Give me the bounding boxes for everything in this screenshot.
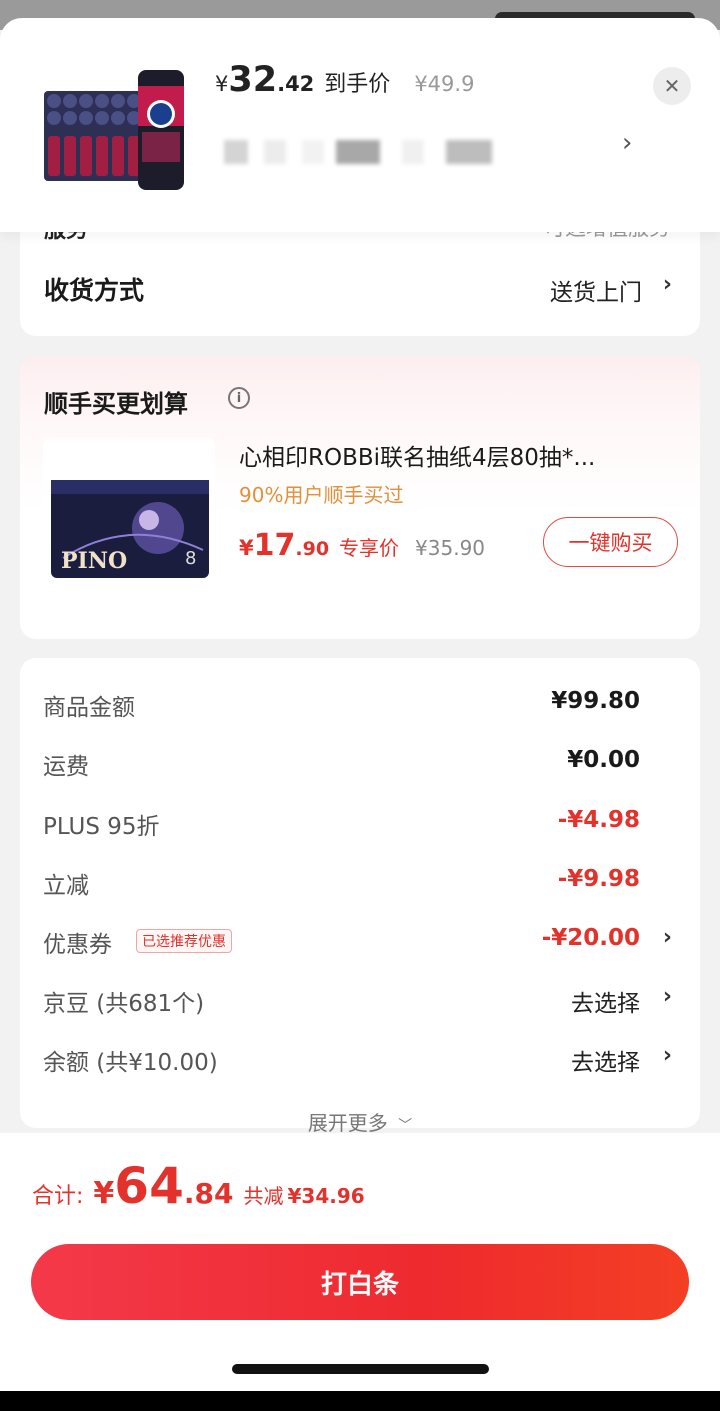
saved-amount: ¥34.96 (287, 1184, 365, 1208)
pay-with-baitiao-button[interactable]: 打白条 (31, 1244, 689, 1320)
price-integer: 32 (228, 60, 278, 100)
home-indicator[interactable] (232, 1364, 489, 1374)
expand-more-label: 展开更多 (307, 1111, 388, 1135)
delivery-method-value[interactable]: 送货上门 (550, 273, 642, 307)
total-symbol: ¥ (93, 1176, 115, 1211)
chevron-right-icon[interactable]: › (622, 128, 632, 158)
checkout-bar: 合计: ¥ 64 .84 共减 ¥34.96 打白条 (0, 1133, 720, 1391)
product-thumbnail (38, 56, 192, 210)
addon-product-image[interactable]: PINO 8 (43, 438, 215, 608)
original-price: ¥35.90 (415, 536, 486, 560)
addon-social-proof: 90%用户顺手买过 (239, 483, 404, 507)
row-value: ¥0.00 (567, 747, 640, 773)
info-icon[interactable]: i (228, 387, 250, 409)
row-value: -¥20.00 (541, 925, 640, 951)
chevron-right-icon[interactable]: › (663, 925, 672, 950)
product-header: ¥ 32 .42 到手价 ¥49.9 ✕ › (0, 18, 720, 232)
row-label: 运费 (43, 754, 89, 780)
row-label: 京豆 (共681个) (43, 991, 205, 1017)
recommended-coupon-badge: 已选推荐优惠 (136, 929, 232, 953)
chevron-right-icon[interactable]: › (663, 272, 672, 297)
summary-row-jd-beans[interactable]: 京豆 (共681个) 去选择 › (20, 980, 700, 1020)
summary-row-goods-amount: 商品金额 ¥99.80 (20, 684, 700, 724)
original-price: ¥49.9 (414, 72, 475, 96)
summary-row-balance[interactable]: 余额 (共¥10.00) 去选择 › (20, 1039, 700, 1079)
total-amount: 合计: ¥ 64 .84 共减 ¥34.96 (32, 1157, 365, 1215)
saved-label: 共减 (243, 1184, 284, 1208)
row-value[interactable]: 去选择 (571, 1043, 640, 1077)
addon-card: 顺手买更划算 i PINO 8 心相印ROBBi联名抽纸4层80抽*... 90… (20, 356, 700, 639)
row-label: 余额 (共¥10.00) (43, 1050, 218, 1076)
price-symbol: ¥ (239, 536, 254, 560)
price-decimal: .90 (295, 538, 330, 560)
row-value: -¥4.98 (557, 807, 640, 833)
row-label: 优惠券 (43, 932, 112, 958)
price-symbol: ¥ (215, 72, 229, 96)
addon-price: ¥ 17 .90 专享价 ¥35.90 (239, 528, 485, 563)
price-summary-card: 商品金额 ¥99.80 运费 ¥0.00 PLUS 95折 -¥4.98 立减 … (20, 658, 700, 1135)
svg-text:8: 8 (185, 548, 196, 569)
total-label: 合计: (32, 1184, 84, 1209)
summary-row-coupon[interactable]: 优惠券 已选推荐优惠 -¥20.00 › (20, 921, 700, 961)
chevron-down-icon: ﹀ (398, 1118, 413, 1134)
row-value[interactable]: 去选择 (571, 984, 640, 1018)
total-integer: 64 (114, 1157, 184, 1215)
spec-selector-blurred[interactable] (220, 140, 495, 166)
row-value: ¥99.80 (551, 688, 640, 714)
row-label: PLUS 95折 (43, 814, 160, 840)
screen-bottom-edge (0, 1391, 720, 1411)
delivery-method-label: 收货方式 (44, 276, 145, 305)
price-integer: 17 (253, 528, 296, 563)
row-value: -¥9.98 (557, 866, 640, 892)
summary-row-plus-discount: PLUS 95折 -¥4.98 (20, 803, 700, 843)
row-label: 商品金额 (43, 695, 135, 721)
chevron-right-icon[interactable]: › (663, 1043, 672, 1068)
summary-row-shipping-fee: 运费 ¥0.00 (20, 743, 700, 783)
row-label: 立减 (43, 873, 89, 899)
chevron-right-icon[interactable]: › (663, 984, 672, 1009)
summary-row-instant-discount: 立减 -¥9.98 (20, 862, 700, 902)
price-decimal: .42 (277, 72, 315, 96)
addon-title: 顺手买更划算 (44, 390, 188, 418)
total-decimal: .84 (183, 1177, 234, 1210)
expand-more-button[interactable]: 展开更多 ﹀ (20, 1107, 700, 1136)
addon-product-name[interactable]: 心相印ROBBi联名抽纸4层80抽*... (239, 438, 679, 472)
one-click-buy-button[interactable]: 一键购买 (543, 517, 678, 567)
close-icon[interactable]: ✕ (653, 67, 691, 105)
final-price-tag: 到手价 (324, 72, 391, 97)
svg-text:PINO: PINO (61, 548, 127, 574)
header-price: ¥ 32 .42 到手价 ¥49.9 (215, 60, 474, 100)
exclusive-price-tag: 专享价 (339, 536, 400, 560)
